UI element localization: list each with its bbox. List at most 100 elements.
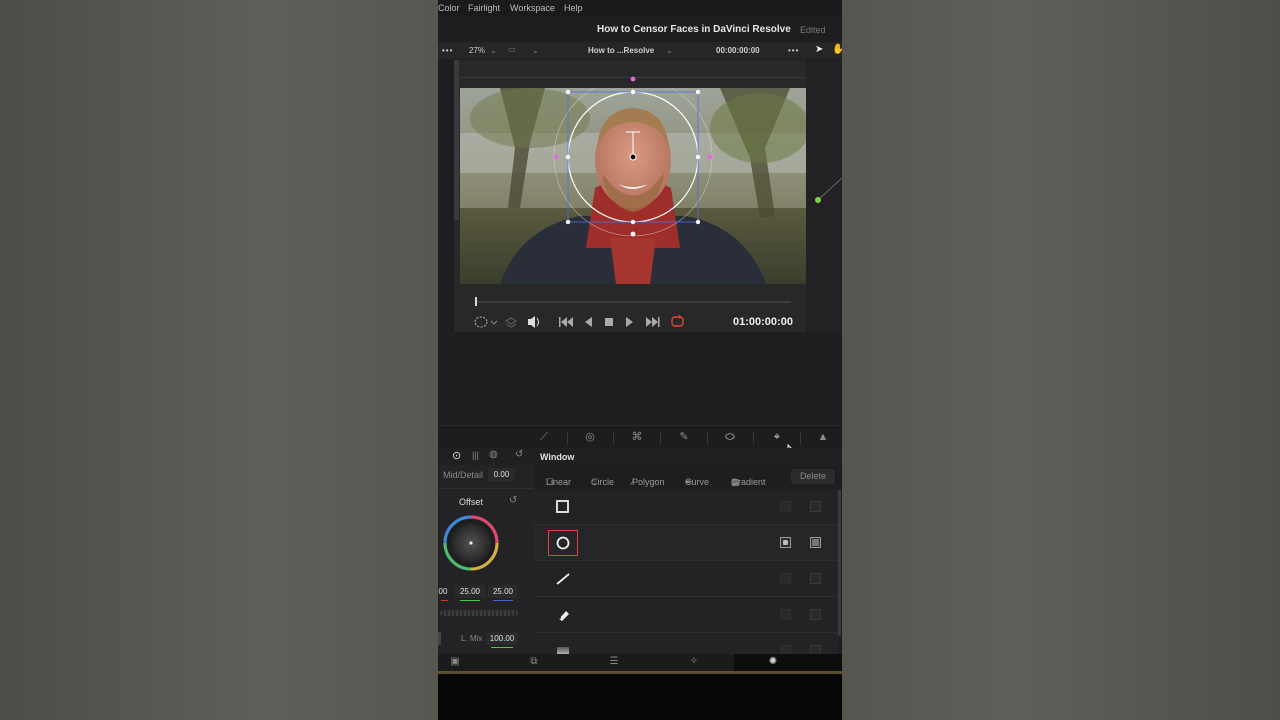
menu-bar: Color Fairlight Workspace Help <box>438 0 842 17</box>
timeline-timecode: 01:00:00:00 <box>733 316 793 328</box>
window-list <box>534 489 838 654</box>
bars-icon[interactable]: ||| <box>472 450 479 460</box>
invert-checkbox[interactable] <box>780 573 791 584</box>
play-icon <box>626 317 633 327</box>
green-indicator <box>460 600 480 601</box>
loop-icon <box>671 315 684 327</box>
menu-item-fairlight[interactable]: Fairlight <box>468 3 500 13</box>
lum-mix-label: L. Mix <box>461 634 483 643</box>
stop-icon <box>605 318 613 326</box>
menu-item-help[interactable]: Help <box>564 3 583 13</box>
invert-checkbox[interactable] <box>780 609 791 620</box>
curves-palette-icon[interactable]: ⟋ <box>536 430 552 444</box>
offset-color-wheel[interactable] <box>443 515 499 571</box>
chevron-down-icon[interactable]: ⌄ <box>666 46 673 55</box>
magic-mask-icon[interactable]: ▲ <box>815 430 831 444</box>
polygon-tool-label: Polygon <box>632 477 665 487</box>
chevron-down-icon[interactable]: ⌄ <box>490 46 497 55</box>
zoom-select[interactable]: 27% <box>469 46 485 55</box>
lum-mix-field[interactable]: 100.00 <box>486 632 518 645</box>
video-background-left <box>0 0 438 720</box>
power-window-icon[interactable]: ⬭ <box>722 430 738 444</box>
window-row-circle[interactable] <box>534 525 838 561</box>
target-icon[interactable]: ⊙ <box>452 449 461 462</box>
primaries-header: ⊙ ||| ◍ ↺ <box>438 448 534 465</box>
linear-window-button[interactable] <box>548 566 578 592</box>
circle-window-button[interactable] <box>548 530 578 556</box>
window-select-icon <box>474 316 498 328</box>
offset-red-field[interactable]: 00 <box>438 585 448 598</box>
footer-black-bar <box>438 674 842 720</box>
more-options-icon[interactable]: ••• <box>442 46 453 55</box>
reset-offset-icon[interactable]: ↺ <box>509 495 517 506</box>
tracker-icon[interactable]: ⌖ <box>769 430 785 444</box>
offset-label: Offset <box>459 497 483 507</box>
square-window-button[interactable] <box>548 494 578 520</box>
color-warper-icon[interactable]: ◎ <box>582 430 598 444</box>
timeline-scrubber[interactable] <box>475 301 791 303</box>
fusion-page-icon[interactable]: ✧ <box>687 656 701 669</box>
pen-curve-window-icon <box>559 611 569 621</box>
media-page-icon[interactable]: ▣ <box>448 656 462 669</box>
go-to-start-icon <box>559 317 573 327</box>
enable-checkbox[interactable] <box>810 573 821 584</box>
curve-window-button[interactable] <box>548 602 578 628</box>
circle-window-overlay[interactable] <box>460 88 806 284</box>
enable-checkbox[interactable] <box>810 537 821 548</box>
video-background-right <box>842 0 1280 720</box>
window-row-linear[interactable] <box>534 561 838 597</box>
softness-handle-top[interactable] <box>630 76 636 82</box>
window-row-square[interactable] <box>534 489 838 525</box>
mid-detail-label: Mid/Detail <box>443 470 484 480</box>
red-indicator <box>441 600 448 601</box>
window-list-scrollbar[interactable] <box>838 490 841 636</box>
playhead[interactable] <box>475 297 477 306</box>
log-wheels-icon[interactable]: ◍ <box>489 449 498 460</box>
menu-item-workspace[interactable]: Workspace <box>510 3 555 13</box>
square-window-icon <box>556 500 569 513</box>
reset-icon[interactable]: ↺ <box>515 449 523 460</box>
invert-checkbox[interactable] <box>780 537 791 548</box>
window-row-gradient[interactable] <box>534 633 838 654</box>
viewer-toolbar: ••• 27% ⌄ ▭ ⌄ How to ...Resolve ⌄ 00:00:… <box>438 42 842 59</box>
chevron-down-icon[interactable]: ⌄ <box>532 46 539 55</box>
pointer-tool-icon[interactable]: ➤ <box>815 44 823 55</box>
offset-green-field[interactable]: 25.00 <box>455 585 485 598</box>
offset-master-slider[interactable] <box>440 610 518 616</box>
circle-window-icon <box>556 536 570 550</box>
play-reverse-icon <box>585 317 592 327</box>
gradient-window-button[interactable] <box>548 638 578 654</box>
enable-checkbox[interactable] <box>810 609 821 620</box>
viewer-layout-icon[interactable]: ▭ <box>508 45 516 54</box>
resolve-window: Color Fairlight Workspace Help How to Ce… <box>438 0 842 720</box>
viewer-empty-area <box>438 333 842 425</box>
invert-checkbox[interactable] <box>780 645 791 654</box>
clip-name-select[interactable]: How to ...Resolve <box>588 46 654 55</box>
cut-page-icon[interactable]: ⧉ <box>527 656 541 669</box>
go-to-end-icon <box>646 317 660 327</box>
node-editor-panel[interactable] <box>806 60 842 332</box>
mid-detail-field[interactable]: 0.00 <box>488 468 515 481</box>
page-navigation-icons: ▣ ⧉ ☰ ✧ ✺ <box>438 654 842 671</box>
offset-blue-field[interactable]: 25.00 <box>488 585 518 598</box>
hsl-qualifier-icon[interactable]: ⌘ <box>629 430 645 444</box>
invert-checkbox[interactable] <box>780 501 791 512</box>
more-options-icon[interactable]: ••• <box>788 46 799 55</box>
blue-indicator <box>493 600 513 601</box>
enable-checkbox[interactable] <box>810 501 821 512</box>
delete-window-button[interactable]: Delete <box>791 469 835 484</box>
viewer-scroll-left[interactable] <box>454 60 459 220</box>
eyedropper-qualifier-icon[interactable]: ✎ <box>676 430 692 444</box>
edit-page-icon[interactable]: ☰ <box>607 656 621 669</box>
hand-tool-icon[interactable]: ✋ <box>832 44 842 55</box>
gradient-window-icon <box>557 647 569 654</box>
enable-checkbox[interactable] <box>810 645 821 654</box>
menu-item-color[interactable]: Color <box>438 3 460 13</box>
gradient-tool-label: Gradient <box>731 477 766 487</box>
video-frame[interactable] <box>460 88 806 284</box>
window-panel-title: Window <box>540 452 575 462</box>
color-page-icon[interactable]: ✺ <box>766 656 780 669</box>
speaker-icon <box>528 316 539 328</box>
window-row-curve[interactable] <box>534 597 838 633</box>
window-panel-header <box>534 448 842 465</box>
